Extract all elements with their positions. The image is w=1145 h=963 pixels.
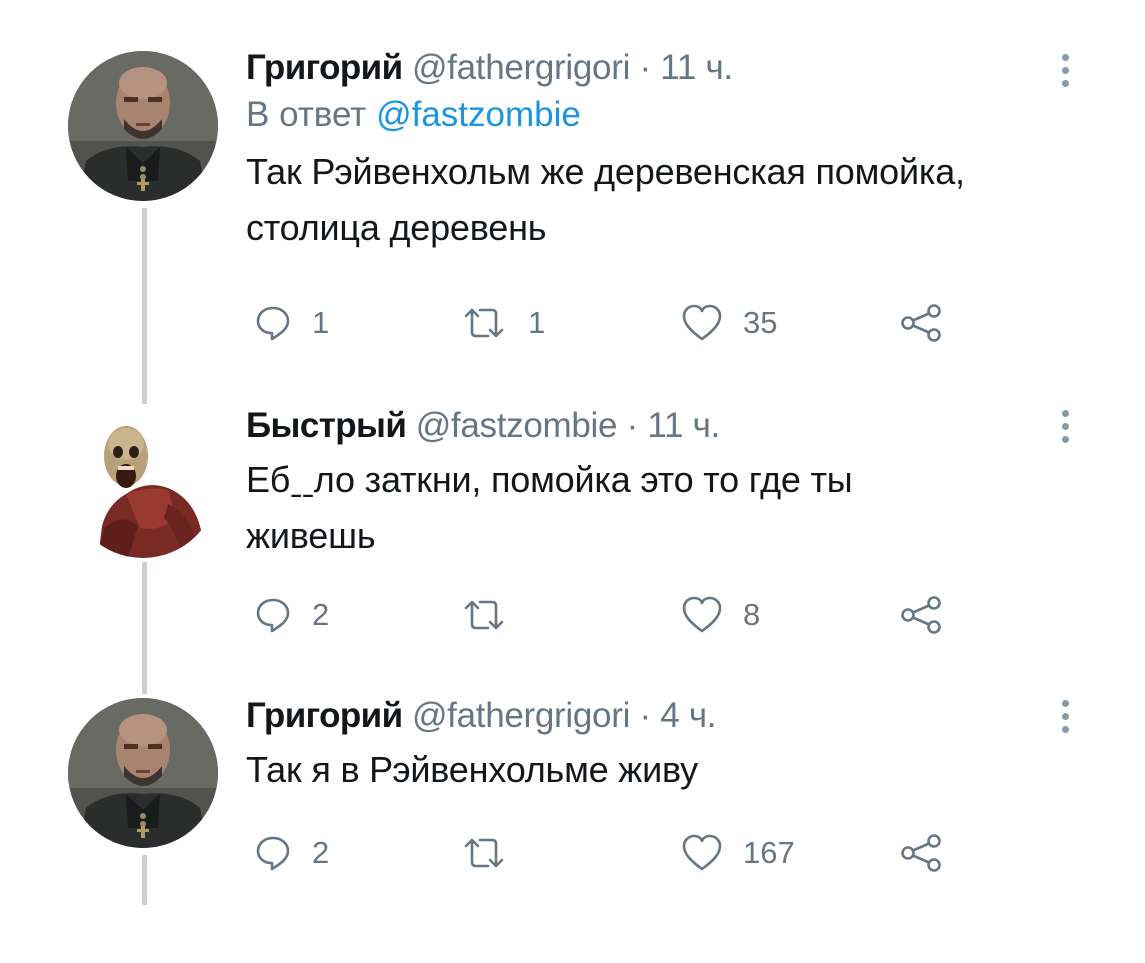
author-handle[interactable]: @fastzombie	[416, 406, 618, 445]
thread-line	[142, 208, 147, 404]
vertical-ellipsis-icon	[1059, 410, 1071, 443]
thread-line	[142, 855, 147, 905]
tweet-header: Быстрый @fastzombie · 11 ч.	[246, 404, 1085, 448]
avatar[interactable]	[68, 51, 218, 201]
retweet-button[interactable]	[460, 830, 528, 876]
share-nodes-icon	[901, 304, 941, 342]
timestamp[interactable]: 11 ч.	[660, 48, 733, 87]
retweet-button[interactable]	[460, 592, 528, 638]
separator-dot: ·	[626, 406, 639, 445]
reply-count: 1	[312, 305, 330, 340]
avatar[interactable]	[68, 408, 218, 558]
tweet-header: Григорий @fathergrigori · 11 ч.	[246, 46, 1085, 90]
like-count: 8	[743, 597, 761, 632]
more-options-button[interactable]	[1059, 700, 1071, 736]
tweet-text-line: Ебˍˍло заткни, помойка это то где ты	[246, 459, 853, 500]
tweet-header: Григорий @fathergrigori · 4 ч.	[246, 694, 1085, 738]
separator-dot: ·	[639, 696, 651, 735]
timestamp[interactable]: 11 ч.	[647, 406, 720, 445]
tweet-text: Так я в Рэйвенхольме живу	[246, 742, 1085, 798]
retweet-arrows-icon	[464, 838, 504, 868]
retweet-arrows-icon	[464, 308, 504, 338]
tweet-text: Так Рэйвенхольм же деревенская помойка, …	[246, 144, 1085, 256]
like-button[interactable]: 167	[681, 830, 795, 876]
vertical-ellipsis-icon	[1059, 700, 1071, 733]
share-nodes-icon	[901, 834, 941, 872]
fast-zombie-avatar-icon	[68, 408, 218, 558]
tweet-text-line: Так Рэйвенхольм же деревенская помойка,	[246, 151, 965, 192]
author-handle[interactable]: @fathergrigori	[412, 696, 630, 735]
like-button[interactable]: 35	[681, 300, 777, 346]
like-count: 35	[743, 305, 778, 340]
share-button[interactable]	[900, 300, 944, 346]
speech-bubble-icon	[256, 306, 290, 341]
reply-button[interactable]: 2	[254, 830, 329, 876]
like-button[interactable]: 8	[681, 592, 760, 638]
heart-outline-icon	[682, 834, 722, 871]
speech-bubble-icon	[256, 836, 290, 871]
reply-button[interactable]: 1	[254, 300, 329, 346]
timestamp[interactable]: 4 ч.	[660, 696, 716, 735]
more-options-button[interactable]	[1059, 410, 1071, 446]
thread-line	[142, 562, 147, 694]
author-handle[interactable]: @fathergrigori	[412, 48, 630, 87]
heart-outline-icon	[682, 304, 722, 341]
tweet-text-line: Так я в Рэйвенхольме живу	[246, 749, 698, 790]
tweet-text-line: столица деревень	[246, 207, 547, 248]
reply-count: 2	[312, 597, 330, 632]
tweet-text-line: живешь	[246, 515, 376, 556]
share-nodes-icon	[901, 596, 941, 634]
retweet-count: 1	[528, 305, 546, 340]
more-options-button[interactable]	[1059, 54, 1071, 90]
grigori-avatar-icon	[68, 698, 218, 848]
reply-count: 2	[312, 835, 330, 870]
reply-mention-link[interactable]: @fastzombie	[376, 95, 581, 134]
speech-bubble-icon	[256, 598, 290, 633]
reply-prefix: В ответ	[246, 95, 367, 134]
tweet-text: Ебˍˍло заткни, помойка это то где ты жив…	[246, 452, 1085, 564]
retweet-button[interactable]: 1	[460, 300, 545, 346]
like-count: 167	[743, 835, 795, 870]
heart-outline-icon	[682, 596, 722, 633]
separator-dot: ·	[639, 48, 651, 87]
author-name[interactable]: Григорий	[246, 48, 403, 87]
avatar[interactable]	[68, 698, 218, 848]
retweet-arrows-icon	[464, 600, 504, 630]
author-name[interactable]: Быстрый	[246, 406, 407, 445]
grigori-avatar-icon	[68, 51, 218, 201]
author-name[interactable]: Григорий	[246, 696, 403, 735]
reply-button[interactable]: 2	[254, 592, 329, 638]
vertical-ellipsis-icon	[1059, 54, 1071, 87]
share-button[interactable]	[900, 592, 944, 638]
reply-context: В ответ @fastzombie	[246, 92, 1085, 138]
share-button[interactable]	[900, 830, 944, 876]
